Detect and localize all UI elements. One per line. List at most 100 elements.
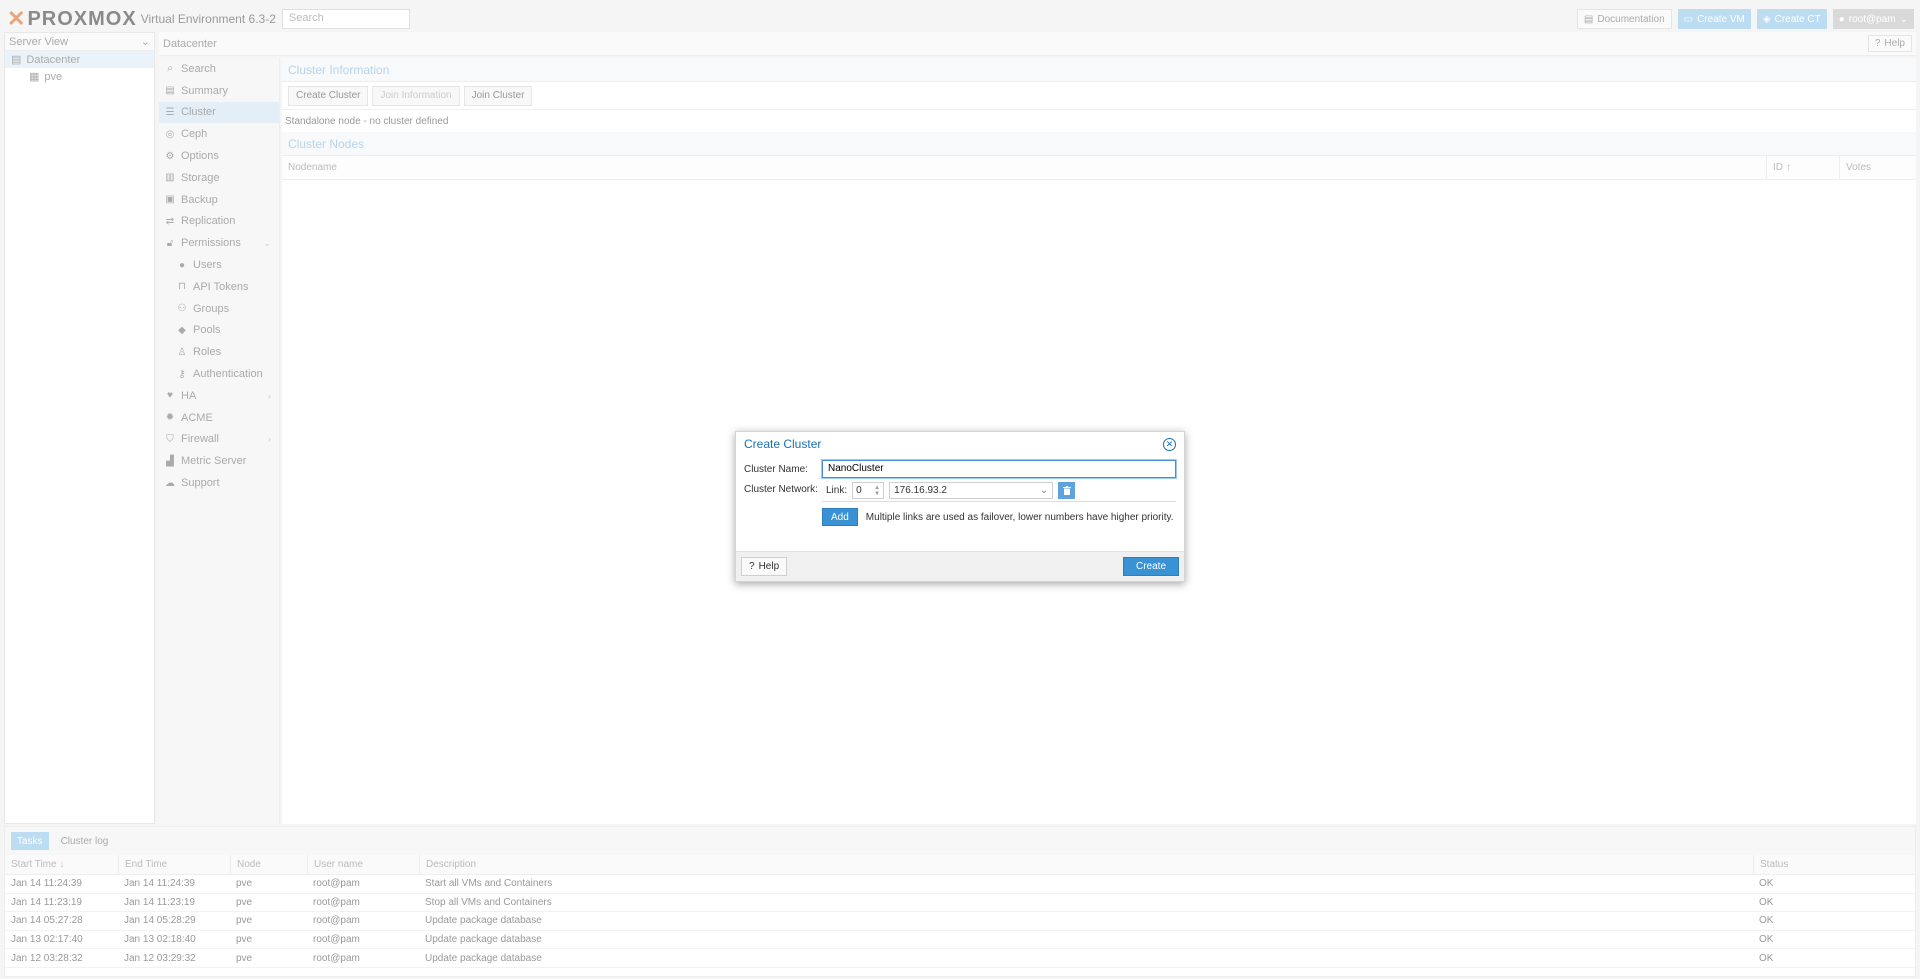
nav-item-ceph[interactable]: ◎ Ceph <box>159 123 279 145</box>
trash-icon <box>1062 486 1071 495</box>
nav-item-label: Replication <box>181 215 236 228</box>
create-button[interactable]: Create <box>1122 557 1179 576</box>
cell-start: Jan 14 05:27:28 <box>11 915 83 927</box>
question-icon: ? <box>1874 38 1881 49</box>
user-menu-button[interactable]: ● root@pam ⌄ <box>1832 9 1914 29</box>
nav-item-options[interactable]: ⚙ Options <box>159 145 279 167</box>
tree-item-pve[interactable]: ▦ pve <box>5 68 154 85</box>
spinner-arrows-icon[interactable]: ▲ ▼ <box>874 485 880 497</box>
cell-user: root@pam <box>313 934 360 946</box>
cell-status: OK <box>1759 934 1774 946</box>
tab-cluster-log[interactable]: Cluster log <box>55 832 115 850</box>
nav-item-replication[interactable]: ⇄ Replication <box>159 211 279 233</box>
create-vm-button[interactable]: ▭ Create VM <box>1677 9 1751 29</box>
page-title: Datacenter <box>163 37 217 50</box>
add-link-button[interactable]: Add <box>822 508 858 526</box>
key-icon: ⚷ <box>178 368 186 380</box>
nav-item-cluster[interactable]: ☰ Cluster <box>159 101 279 124</box>
table-row[interactable]: Jan 14 11:23:19 Jan 14 11:23:19 pve root… <box>5 894 1915 913</box>
standalone-status: Standalone node - no cluster defined <box>285 115 449 127</box>
sort-desc-icon: ↓ <box>56 859 65 870</box>
link-address-value: 176.16.93.2 <box>894 485 947 496</box>
cell-user: root@pam <box>313 896 360 908</box>
view-selector[interactable]: Server View ⌄ <box>5 33 154 51</box>
nav-item-label: Options <box>181 150 219 163</box>
column-header-status[interactable]: Status <box>1753 855 1893 874</box>
search-input[interactable]: Search <box>281 9 410 29</box>
nav-item-pools[interactable]: ◆ Pools <box>159 320 279 342</box>
nav-item-summary[interactable]: ▤ Summary <box>159 80 279 102</box>
nav-item-api-tokens[interactable]: ⊓ API Tokens <box>159 276 279 298</box>
column-header-user[interactable]: User name <box>307 855 419 874</box>
nav-item-authentication[interactable]: ⚷ Authentication <box>159 363 279 385</box>
nav-item-label: Ceph <box>181 128 208 141</box>
user-label: root@pam <box>1848 13 1896 25</box>
documentation-button[interactable]: ▤ Documentation <box>1576 9 1672 29</box>
task-panel: Tasks Cluster log Start Time ↓ End Time … <box>4 826 1916 977</box>
nav-item-support[interactable]: ☁ Support <box>159 472 279 494</box>
column-header-nodename[interactable]: Nodename <box>282 162 1766 173</box>
nav-item-backup[interactable]: ▣ Backup <box>159 189 279 211</box>
column-header-start-time[interactable]: Start Time ↓ <box>5 859 118 870</box>
nav-item-acme[interactable]: ✹ ACME <box>159 407 279 429</box>
nav-item-groups[interactable]: ⚇ Groups <box>159 298 279 320</box>
delete-link-button[interactable] <box>1058 482 1076 499</box>
dialog-help-button[interactable]: ? Help <box>741 557 788 576</box>
cell-description: Start all VMs and Containers <box>425 878 553 890</box>
nav-item-firewall[interactable]: ⛉ Firewall › <box>159 429 279 451</box>
column-header-node[interactable]: Node <box>230 855 307 874</box>
cluster-network-field: Link: 0 ▲ ▼ 176.16.93.2 ⌄ Add Multiple l… <box>822 480 1176 526</box>
cell-node: pve <box>236 878 253 890</box>
link-label: Link: <box>826 485 848 496</box>
cluster-name-row: Cluster Name: NanoCluster <box>744 459 1177 479</box>
nav-item-metric-server[interactable]: ▟ Metric Server <box>159 450 279 472</box>
documentation-label: Documentation <box>1597 13 1665 25</box>
tab-tasks[interactable]: Tasks <box>11 832 49 850</box>
floppy-icon: ▣ <box>165 194 175 206</box>
database-icon: ▥ <box>165 172 175 184</box>
nav-item-search[interactable]: ⌕ Search <box>159 58 279 80</box>
link-number-stepper[interactable]: 0 ▲ ▼ <box>852 482 885 499</box>
tree-item-datacenter[interactable]: ▤ Datacenter <box>5 51 154 68</box>
cell-status: OK <box>1759 952 1774 964</box>
user-icon: ● <box>1838 13 1845 25</box>
cluster-name-input[interactable]: NanoCluster <box>821 459 1177 479</box>
link-address-select[interactable]: 176.16.93.2 ⌄ <box>889 482 1054 499</box>
column-header-end-time[interactable]: End Time <box>118 855 230 874</box>
chevron-right-icon: › <box>268 434 271 445</box>
table-row[interactable]: Jan 12 03:28:32 Jan 12 03:29:32 pve root… <box>5 949 1915 968</box>
close-icon[interactable]: ✕ <box>1163 437 1176 451</box>
nav-item-permissions[interactable]: 🔓︎ Permissions ⌄ <box>159 232 279 254</box>
table-row[interactable]: Jan 14 05:27:28 Jan 14 05:28:29 pve root… <box>5 912 1915 931</box>
sort-asc-icon: ↑ <box>1786 162 1791 173</box>
column-header-label: Start Time <box>11 859 57 870</box>
nav-item-storage[interactable]: ▥ Storage <box>159 167 279 189</box>
list-icon: ☰ <box>165 106 175 118</box>
cell-start: Jan 13 02:17:40 <box>11 934 83 946</box>
create-ct-button[interactable]: ◈ Create CT <box>1756 9 1827 29</box>
cell-user: root@pam <box>313 878 360 890</box>
nav-item-roles[interactable]: ♙ Roles <box>159 341 279 363</box>
column-header-id[interactable]: ID ↑ <box>1766 156 1839 179</box>
column-header-votes[interactable]: Votes <box>1839 156 1914 179</box>
column-header-description[interactable]: Description <box>419 855 1753 874</box>
help-button[interactable]: ? Help <box>1867 35 1912 52</box>
join-cluster-button[interactable]: Join Cluster <box>463 85 533 106</box>
nav-item-label: Groups <box>193 302 230 315</box>
nav-item-ha[interactable]: ♥ HA › <box>159 385 279 407</box>
create-cluster-button[interactable]: Create Cluster <box>288 85 369 106</box>
heartbeat-icon: ♥ <box>167 390 173 402</box>
resource-tree: Server View ⌄ ▤ Datacenter ▦ pve <box>4 32 155 824</box>
nav-item-label: API Tokens <box>193 280 249 293</box>
join-information-button[interactable]: Join Information <box>372 85 460 106</box>
tree-item-label: pve <box>44 70 63 83</box>
book-icon: ▤ <box>165 85 175 97</box>
nav-item-users[interactable]: ● Users <box>159 254 279 276</box>
table-row[interactable]: Jan 13 02:17:40 Jan 13 02:18:40 pve root… <box>5 931 1915 950</box>
cell-status: OK <box>1759 896 1774 908</box>
table-row[interactable]: Jan 14 11:24:39 Jan 14 11:24:39 pve root… <box>5 875 1915 894</box>
nav-item-label: Backup <box>181 193 218 206</box>
chart-icon: ▟ <box>166 455 174 467</box>
nav-item-label: Users <box>193 259 222 272</box>
lock-icon: ⊓ <box>178 281 186 293</box>
